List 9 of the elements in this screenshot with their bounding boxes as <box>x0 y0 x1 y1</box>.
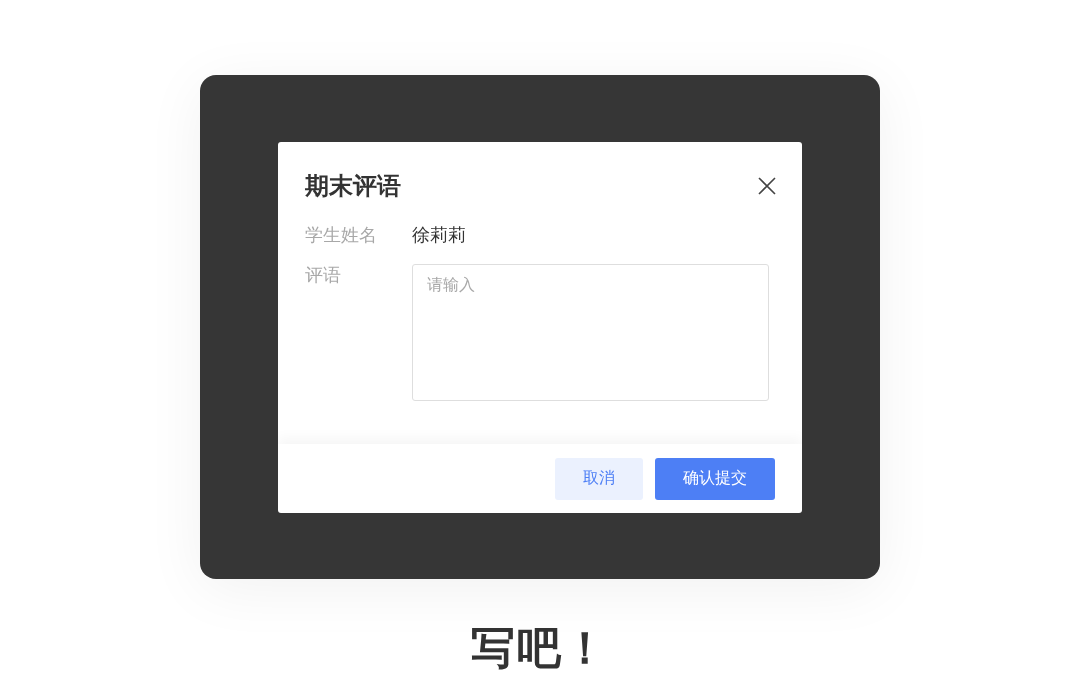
cancel-button[interactable]: 取消 <box>555 457 643 500</box>
dialog-title: 期末评语 <box>305 171 401 202</box>
caption: 写吧！ <box>471 621 609 675</box>
field-label: 评语 <box>305 263 342 287</box>
field-label: 学生姓名 <box>305 223 378 247</box>
comment-input[interactable]: 请输入 <box>412 264 769 401</box>
field-value: 徐莉莉 <box>412 223 466 247</box>
close-icon[interactable] <box>757 176 777 196</box>
submit-button[interactable]: 确认提交 <box>655 457 775 500</box>
